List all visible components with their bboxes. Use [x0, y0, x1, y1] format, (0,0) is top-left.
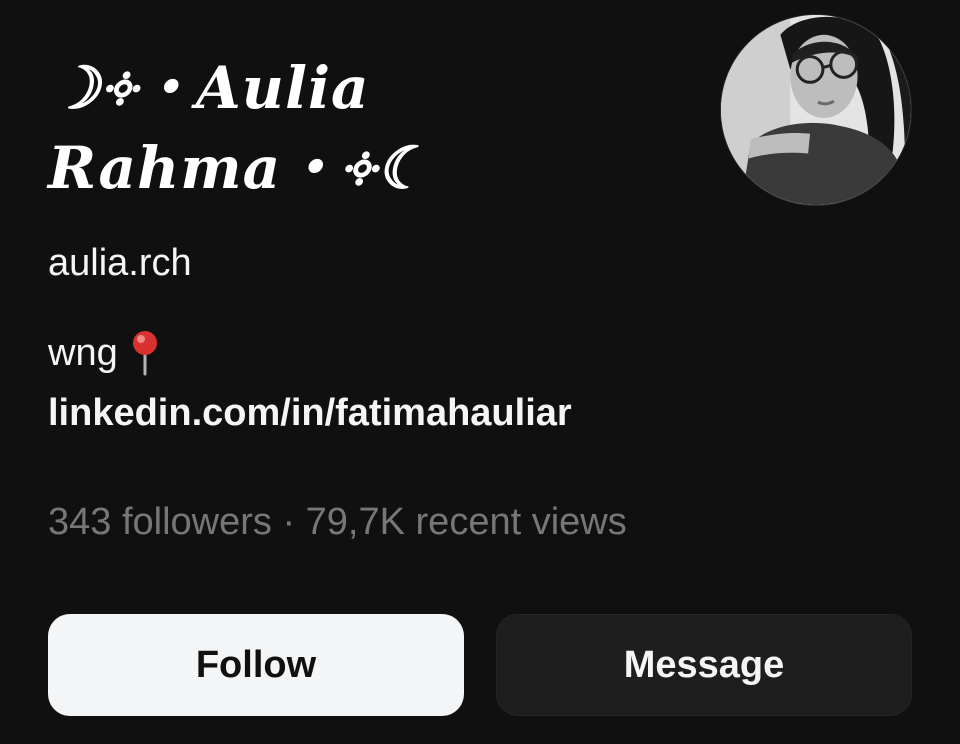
username: aulia.rch [48, 242, 192, 284]
follow-button[interactable]: Follow [48, 614, 464, 716]
display-name-line2: Rahma・༓☾ [48, 134, 430, 202]
message-button[interactable]: Message [496, 614, 912, 716]
avatar[interactable] [720, 14, 912, 206]
display-name: ☽༓・Aulia Rahma・༓☾ [48, 48, 568, 208]
bio-link[interactable]: linkedin.com/in/fatimahauliar [48, 390, 572, 436]
bio-text: wng [48, 332, 118, 374]
display-name-line1: ☽༓・Aulia [48, 54, 370, 122]
bio: wng [48, 330, 162, 376]
round-pushpin-icon [128, 330, 162, 376]
avatar-photo [721, 15, 911, 205]
followers-stats[interactable]: 343 followers · 79,7K recent views [48, 499, 627, 545]
